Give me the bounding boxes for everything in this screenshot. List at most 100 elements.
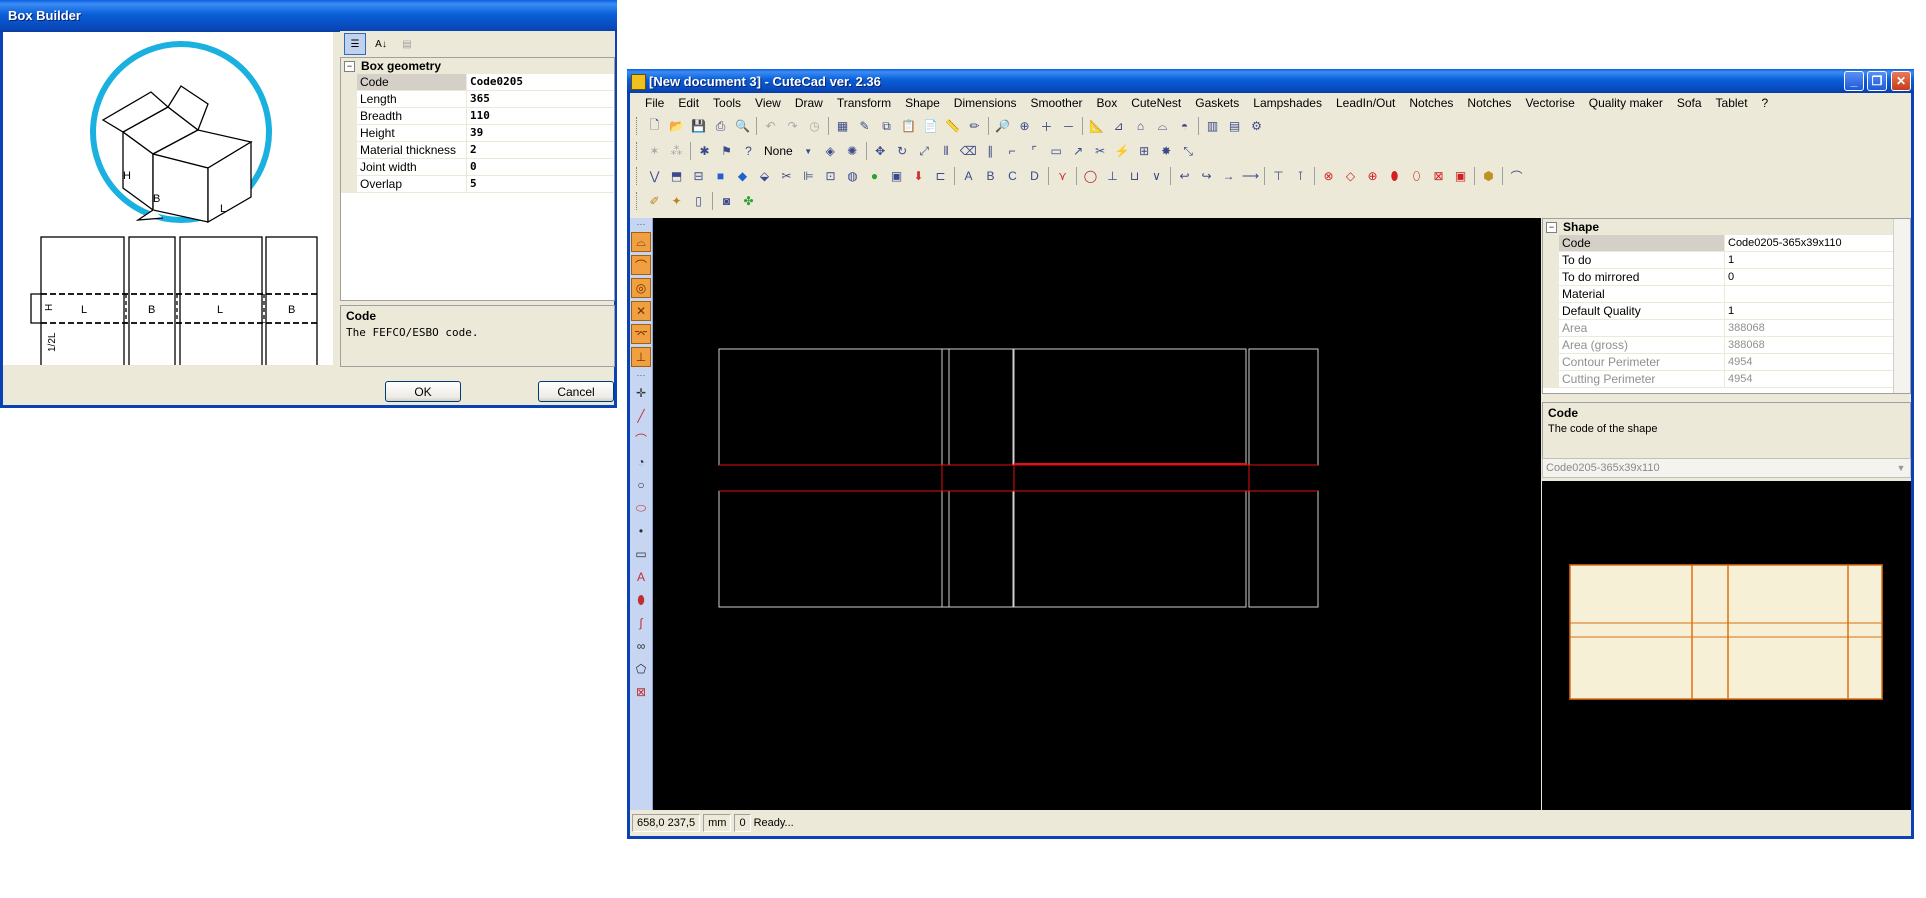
property-row[interactable]: Length 365 <box>341 91 614 108</box>
drawing-canvas[interactable] <box>653 218 1541 810</box>
magic-icon[interactable]: ✶ <box>644 141 665 162</box>
property-row[interactable]: Joint width 0 <box>341 159 614 176</box>
text-c-icon[interactable]: C <box>1002 166 1023 187</box>
property-row[interactable]: Contour Perimeter 4954 <box>1543 354 1910 371</box>
diamond-icon[interactable]: ◆ <box>732 166 753 187</box>
quality-set-icon[interactable]: ⚑ <box>716 141 737 162</box>
notch-round-icon[interactable]: ◯ <box>1080 166 1101 187</box>
gasket-icon[interactable]: ⬙ <box>754 166 775 187</box>
shape-lib-icon[interactable]: ⬒ <box>666 166 687 187</box>
menu-item[interactable]: Quality maker <box>1582 96 1670 110</box>
erase-icon[interactable]: ⌫ <box>958 141 979 162</box>
property-row[interactable]: Material <box>1543 286 1910 303</box>
menu-item[interactable]: Lampshades <box>1246 96 1329 110</box>
new-file-icon[interactable]: 🗋 <box>644 116 665 137</box>
property-row[interactable]: Code Code0205 <box>341 74 614 91</box>
red-cross-circle-icon[interactable]: ⊕ <box>1362 166 1383 187</box>
fillet-icon[interactable]: ⌐ <box>1002 141 1023 162</box>
tag-set-icon[interactable]: ✺ <box>842 141 863 162</box>
menu-item[interactable]: Sofa <box>1670 96 1709 110</box>
report-icon[interactable]: ▤ <box>1224 116 1245 137</box>
notch-t-icon[interactable]: ⊥ <box>1102 166 1123 187</box>
rotate-icon[interactable]: ↻ <box>892 141 913 162</box>
menu-item[interactable]: LeadIn/Out <box>1329 96 1402 110</box>
snap-midpoint-icon[interactable]: ⌒ <box>631 255 651 275</box>
menu-item[interactable]: Shape <box>898 96 947 110</box>
menu-item[interactable]: File <box>638 96 671 110</box>
tag-icon[interactable]: ◈ <box>820 141 841 162</box>
property-value[interactable]: 110 <box>467 108 614 125</box>
menu-item[interactable]: Transform <box>830 96 898 110</box>
collapse-icon[interactable]: − <box>344 60 355 72</box>
property-row[interactable]: Default Quality 1 <box>1543 303 1910 320</box>
minimize-button[interactable]: _ <box>1844 71 1864 91</box>
red-diamond-icon[interactable]: ◇ <box>1340 166 1361 187</box>
camera-icon[interactable]: ◙ <box>716 191 737 212</box>
menu-item[interactable]: Smoother <box>1024 96 1090 110</box>
menu-item[interactable]: Draw <box>788 96 830 110</box>
notch-v2-icon[interactable]: ∨ <box>1146 166 1167 187</box>
property-row[interactable]: Area (gross) 388068 <box>1543 337 1910 354</box>
red-square-icon[interactable]: ▣ <box>1450 166 1471 187</box>
property-row[interactable]: Material thickness 2 <box>341 142 614 159</box>
ok-button[interactable]: OK <box>385 381 461 402</box>
zoom-out-icon[interactable]: － <box>1058 116 1079 137</box>
zoom-in-icon[interactable]: ＋ <box>1036 116 1057 137</box>
paste-special-icon[interactable]: 📄 <box>920 116 941 137</box>
slot-icon[interactable]: ⬮ <box>631 590 651 610</box>
chevron-down-icon[interactable]: ▼ <box>798 141 819 162</box>
text-d-icon[interactable]: D <box>1024 166 1045 187</box>
alphabetical-sort-icon[interactable]: A↓ <box>370 33 392 55</box>
property-value[interactable]: 39 <box>467 125 614 142</box>
property-value[interactable]: 388068 <box>1725 320 1910 337</box>
menu-item[interactable]: CuteNest <box>1124 96 1188 110</box>
leadin-curve-icon[interactable]: ↪ <box>1196 166 1217 187</box>
settings-icon[interactable]: ⚙ <box>1246 116 1267 137</box>
align-icon[interactable]: ⊫ <box>798 166 819 187</box>
close-button[interactable]: ✕ <box>1891 71 1911 91</box>
print-icon[interactable]: ⎙ <box>710 116 731 137</box>
property-pages-icon[interactable]: ▤ <box>396 33 418 55</box>
snap-center-icon[interactable]: ◎ <box>631 278 651 298</box>
property-value[interactable]: 4954 <box>1725 371 1910 388</box>
cut-icon[interactable]: ✂ <box>776 166 797 187</box>
chamfer-icon[interactable]: ⌜ <box>1024 141 1045 162</box>
ruler-icon[interactable]: 📐 <box>1086 116 1107 137</box>
sparkle-icon[interactable]: ✦ <box>666 191 687 212</box>
crosshair-icon[interactable]: ✛ <box>631 383 651 403</box>
pick-icon[interactable]: ✎ <box>854 116 875 137</box>
arrow-down-icon[interactable]: ⬇ <box>908 166 929 187</box>
arc-tool-icon[interactable]: ⌒ <box>1506 166 1527 187</box>
arc-center-icon[interactable]: ◔ <box>631 452 651 472</box>
collapse-icon[interactable]: − <box>1546 221 1557 233</box>
property-row[interactable]: Cutting Perimeter 4954 <box>1543 371 1910 388</box>
explode-icon[interactable]: ✸ <box>1156 141 1177 162</box>
text-a-icon[interactable]: A <box>958 166 979 187</box>
trim-icon[interactable]: ✂ <box>1090 141 1111 162</box>
rectangle-tool-icon[interactable]: ▭ <box>1046 141 1067 162</box>
menu-item[interactable]: Edit <box>671 96 706 110</box>
property-row[interactable]: Area 388068 <box>1543 320 1910 337</box>
tool-t1-icon[interactable]: ⊤ <box>1268 166 1289 187</box>
leadout-line-icon[interactable]: ⟶ <box>1240 166 1261 187</box>
print-preview-icon[interactable]: 🔍 <box>732 116 753 137</box>
glasses-icon[interactable]: ∞ <box>631 636 651 656</box>
globe-icon[interactable]: ◍ <box>842 166 863 187</box>
polygon-icon[interactable]: ⬠ <box>631 659 651 679</box>
property-value[interactable]: 5 <box>467 176 614 193</box>
table-icon[interactable]: ▥ <box>1202 116 1223 137</box>
rectangle-icon[interactable]: ▭ <box>631 544 651 564</box>
chevron-down-icon[interactable]: ▼ <box>1893 460 1909 476</box>
sheet-icon[interactable]: ■ <box>710 166 731 187</box>
delete-shape-icon[interactable]: ⊠ <box>631 682 651 702</box>
red-oval-icon[interactable]: ⬯ <box>1406 166 1427 187</box>
snap-perpendicular-icon[interactable]: ⊥ <box>631 347 651 367</box>
property-value[interactable]: Code0205 <box>467 74 614 91</box>
lampshade-icon[interactable]: ◓ <box>1174 116 1195 137</box>
property-grid-scrollbar[interactable] <box>1893 219 1910 393</box>
property-value[interactable]: 0 <box>467 159 614 176</box>
property-value[interactable]: 1 <box>1725 303 1910 320</box>
property-value[interactable]: 365 <box>467 91 614 108</box>
wand-icon[interactable]: ⁂ <box>666 141 687 162</box>
puzzle-icon[interactable]: ✤ <box>738 191 759 212</box>
